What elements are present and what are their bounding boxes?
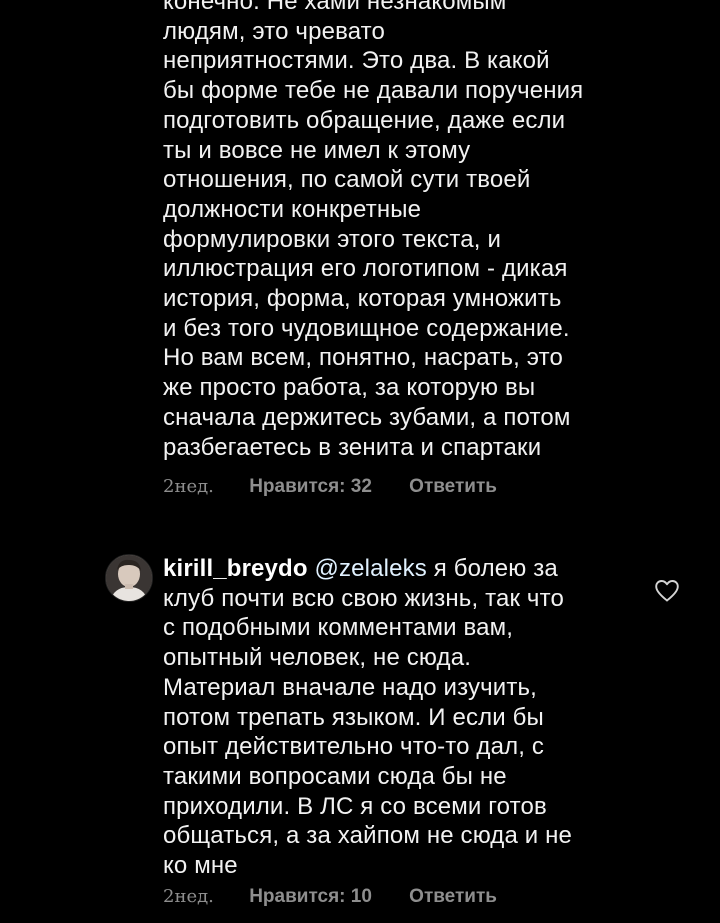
comment-text: конечно. Не хами незнакомым людям, это ч… bbox=[163, 0, 633, 462]
heart-outline-icon[interactable] bbox=[654, 579, 680, 603]
avatar-photo-icon bbox=[106, 555, 152, 601]
comment-line: же просто работа, за которую вы bbox=[163, 374, 536, 402]
comment-line: опытный человек, не сюда. bbox=[163, 644, 472, 672]
username-link[interactable]: kirill_breydo bbox=[163, 555, 308, 582]
comment-line: ко мне bbox=[163, 852, 238, 880]
comment-line: конечно. Не хами незнакомым bbox=[163, 0, 507, 15]
comment-first-line: kirill_breydo @zelaleks я болею за bbox=[163, 554, 633, 584]
comment-line: с подобными комментами вам, bbox=[163, 614, 514, 642]
comment-line: клуб почти всю свою жизнь, так что bbox=[163, 584, 564, 612]
comment-timestamp: 2нед. bbox=[163, 476, 214, 497]
reply-button[interactable]: Ответить bbox=[409, 886, 497, 908]
comment-line: такими вопросами сюда бы не bbox=[163, 762, 507, 790]
comment-line: ты и вовсе не имел к этому bbox=[163, 136, 471, 164]
comment-line: бы форме тебе не давали поручения bbox=[163, 77, 584, 105]
comment-line: приходили. В ЛС я со всеми готов bbox=[163, 792, 547, 820]
comment-line: потом трепать языком. И если бы bbox=[163, 703, 544, 731]
comment-line: история, форма, которая умножить bbox=[163, 285, 562, 313]
likes-count-button[interactable]: Нравится: 10 bbox=[249, 886, 372, 908]
comment-line: опыт действительно что-то дал, с bbox=[163, 733, 545, 761]
comment-line: формулировки этого текста, и bbox=[163, 225, 501, 253]
reply-button[interactable]: Ответить bbox=[409, 476, 497, 498]
comment-line: людям, это чревато bbox=[163, 17, 386, 45]
comment-line: неприятностями. Это два. В какой bbox=[163, 47, 550, 75]
mention-link[interactable]: @zelaleks bbox=[315, 555, 427, 582]
comment-meta: 2нед. Нравится: 32 Ответить bbox=[163, 476, 497, 498]
comment-line: я болею за bbox=[426, 555, 558, 582]
comment-line: общаться, а за хайпом не сюда и не bbox=[163, 822, 573, 850]
comment-line: отношения, по самой сути твоей bbox=[163, 166, 531, 194]
comment-line: подготовить обращение, даже если bbox=[163, 106, 566, 134]
likes-count-button[interactable]: Нравится: 32 bbox=[249, 476, 372, 498]
comment-line: сначала держитесь зубами, а потом bbox=[163, 403, 571, 431]
avatar[interactable] bbox=[105, 554, 153, 602]
comment-meta: 2нед. Нравится: 10 Ответить bbox=[163, 886, 497, 908]
comment-line: Материал вначале надо изучить, bbox=[163, 673, 537, 701]
comment-line: и без того чудовищное содержание. bbox=[163, 314, 570, 342]
comment-line: разбегаетесь в зенита и спартаки bbox=[163, 433, 542, 461]
comment-line: должности конкретные bbox=[163, 195, 422, 223]
comment-line: Но вам всем, понятно, насрать, это bbox=[163, 344, 564, 372]
comment-text: kirill_breydo @zelaleks я болею за клуб … bbox=[163, 554, 633, 881]
comment-timestamp: 2нед. bbox=[163, 886, 214, 907]
comment-line: иллюстрация его логотипом - дикая bbox=[163, 255, 568, 283]
